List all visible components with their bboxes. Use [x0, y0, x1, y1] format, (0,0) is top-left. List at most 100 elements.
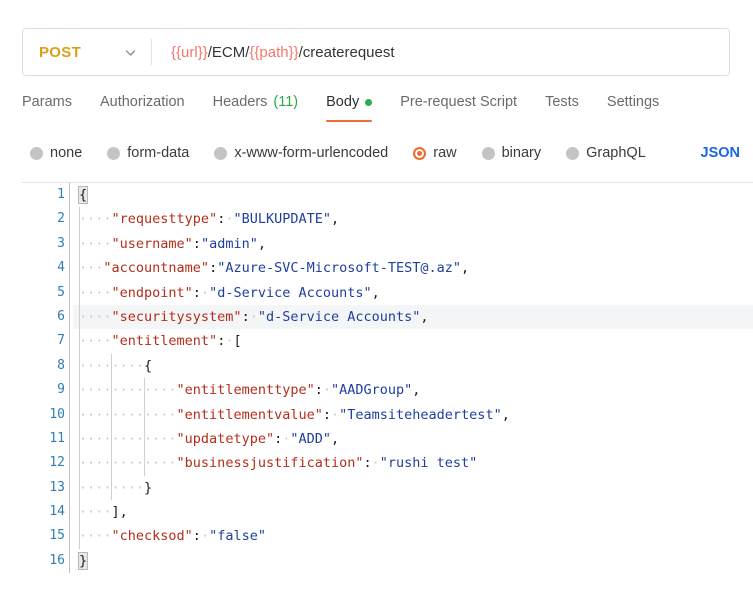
- code-line-content: ············"entitlementvalue":·"Teamsit…: [70, 403, 753, 427]
- tab-authorization[interactable]: Authorization: [100, 92, 185, 122]
- indent-whitespace: ········: [79, 357, 145, 374]
- code-line[interactable]: 15 ····"checksod":·"false": [22, 524, 753, 549]
- json-string-value: "d-Service Accounts": [209, 284, 372, 301]
- json-key: "requesttype": [111, 211, 218, 228]
- json-punctuation: ,: [257, 235, 266, 252]
- raw-format-selector[interactable]: JSON: [701, 145, 743, 161]
- code-line[interactable]: 9 ············"entitlementtype":·"AADGrou…: [22, 378, 753, 403]
- line-number: 3: [57, 235, 65, 251]
- line-number: 14: [49, 504, 65, 520]
- code-line-content: ····"username":"admin",: [70, 232, 753, 256]
- http-method-label: POST: [39, 43, 82, 61]
- json-punctuation: ,: [412, 382, 421, 399]
- code-line[interactable]: 14 ····],: [22, 500, 753, 525]
- http-method-selector[interactable]: POST: [23, 29, 151, 75]
- code-lines-container: 1{2 ····"requesttype":·"BULKUPDATE", 3 ····…: [22, 183, 753, 574]
- indent-whitespace: ····: [79, 333, 112, 350]
- radio-button-icon[interactable]: [214, 146, 228, 160]
- tab-label: Pre-request Script: [400, 94, 518, 110]
- radio-button-icon[interactable]: [107, 146, 121, 160]
- json-punctuation: :: [314, 382, 323, 399]
- tab-pre-request-script[interactable]: Pre-request Script: [400, 92, 517, 122]
- json-key: "entitlement": [111, 333, 218, 350]
- code-line[interactable]: 3 ····"username":"admin",: [22, 231, 753, 257]
- radio-button-icon[interactable]: [413, 146, 427, 160]
- json-punctuation: ,: [420, 308, 429, 325]
- line-number: 10: [49, 406, 65, 422]
- body-type-label: none: [50, 145, 83, 161]
- code-line-content: ····],: [70, 500, 753, 524]
- tab-count-badge: (11): [273, 94, 299, 110]
- line-number: 12: [49, 455, 65, 471]
- json-string-value: "Teamsiteheadertest": [339, 406, 502, 423]
- line-number: 15: [49, 528, 65, 544]
- body-modified-dot-icon: [365, 98, 373, 106]
- url-variable-token: {{url}}: [171, 43, 208, 61]
- space-dot: ·: [200, 528, 210, 545]
- raw-body-code-editor[interactable]: 1{2 ····"requesttype":·"BULKUPDATE", 3 ····…: [22, 182, 753, 593]
- body-type-label: raw: [433, 145, 457, 161]
- code-line[interactable]: 5 ····"endpoint":·"d-Service Accounts",: [22, 280, 753, 305]
- radio-button-icon[interactable]: [566, 146, 580, 160]
- line-number: 11: [49, 430, 65, 446]
- json-key: "businessjustification": [176, 455, 364, 472]
- body-type-graphql[interactable]: GraphQL: [566, 145, 646, 161]
- line-number: 13: [49, 479, 65, 495]
- body-type-label: x-www-form-urlencoded: [234, 145, 389, 161]
- tab-tests[interactable]: Tests: [545, 92, 579, 122]
- body-type-raw[interactable]: raw: [413, 145, 457, 161]
- request-url-input[interactable]: {{url}}/ECM/{{path}}/createrequest: [152, 29, 729, 75]
- code-line[interactable]: 7 ····"entitlement":·[: [22, 329, 753, 354]
- body-type-binary[interactable]: binary: [481, 145, 541, 161]
- json-punctuation: :: [322, 406, 331, 423]
- tab-body[interactable]: Body: [326, 92, 373, 122]
- space-dot: ·: [249, 308, 258, 325]
- matched-brace: }: [77, 551, 89, 570]
- json-key: "updatetype": [176, 430, 275, 447]
- indent-whitespace: ····: [79, 211, 112, 228]
- code-line[interactable]: 16}: [22, 548, 753, 574]
- body-type-radio-group: none form-data x-www-form-urlencoded raw bin…: [30, 138, 742, 168]
- json-punctuation: :: [192, 284, 201, 301]
- body-type-none[interactable]: none: [30, 145, 82, 161]
- json-punctuation: ,: [331, 211, 340, 228]
- code-line[interactable]: 4 ···"accountname":"Azure-SVC-Microsoft-T…: [22, 256, 753, 281]
- code-line-content: ········}: [70, 476, 753, 500]
- json-key: "accountname": [103, 260, 210, 277]
- tab-label: Headers: [212, 94, 268, 110]
- json-string-value: "false": [209, 528, 266, 545]
- tab-settings[interactable]: Settings: [607, 92, 659, 122]
- code-line-content: }: [70, 549, 753, 573]
- code-line[interactable]: 13 ········}: [22, 475, 753, 501]
- code-line[interactable]: 8 ········{: [22, 353, 753, 379]
- code-line[interactable]: 2 ····"requesttype":·"BULKUPDATE",: [22, 207, 753, 232]
- code-line-content: ············"businessjustification":·"ru…: [70, 451, 753, 475]
- json-punctuation: :: [192, 528, 201, 545]
- code-line[interactable]: 10 ············"entitlementvalue":·"Teams…: [22, 402, 753, 427]
- json-key: "checksod": [111, 528, 193, 545]
- indent-whitespace: ····: [79, 504, 112, 521]
- json-string-value: "ADD": [290, 430, 332, 447]
- json-key: "username": [111, 235, 193, 252]
- json-punctuation: {: [144, 357, 153, 374]
- json-punctuation: ,: [119, 504, 128, 521]
- radio-button-icon[interactable]: [30, 146, 43, 160]
- line-number: 4: [57, 260, 65, 276]
- json-punctuation: :: [274, 430, 283, 447]
- body-type-form-data[interactable]: form-data: [107, 145, 189, 161]
- body-type-label: GraphQL: [586, 145, 646, 161]
- tab-params[interactable]: Params: [22, 92, 72, 122]
- body-type-x-www-form-urlencoded[interactable]: x-www-form-urlencoded: [214, 145, 388, 161]
- tab-headers[interactable]: Headers (11): [213, 92, 299, 122]
- radio-button-icon[interactable]: [481, 146, 495, 160]
- code-line[interactable]: 12 ············"businessjustification":·"…: [22, 451, 753, 476]
- code-line[interactable]: 1{: [22, 183, 753, 208]
- code-line-content: {: [70, 183, 753, 207]
- json-punctuation: ]: [111, 504, 120, 521]
- code-line[interactable]: 6 ····"securitysystem":·"d-Service Accoun…: [22, 304, 753, 330]
- indent-whitespace: ····: [79, 528, 112, 545]
- json-punctuation: :: [241, 308, 250, 325]
- code-line-content: ········{: [70, 354, 753, 378]
- code-line[interactable]: 11 ············"updatetype":·"ADD",: [22, 426, 753, 452]
- json-punctuation: }: [144, 479, 153, 496]
